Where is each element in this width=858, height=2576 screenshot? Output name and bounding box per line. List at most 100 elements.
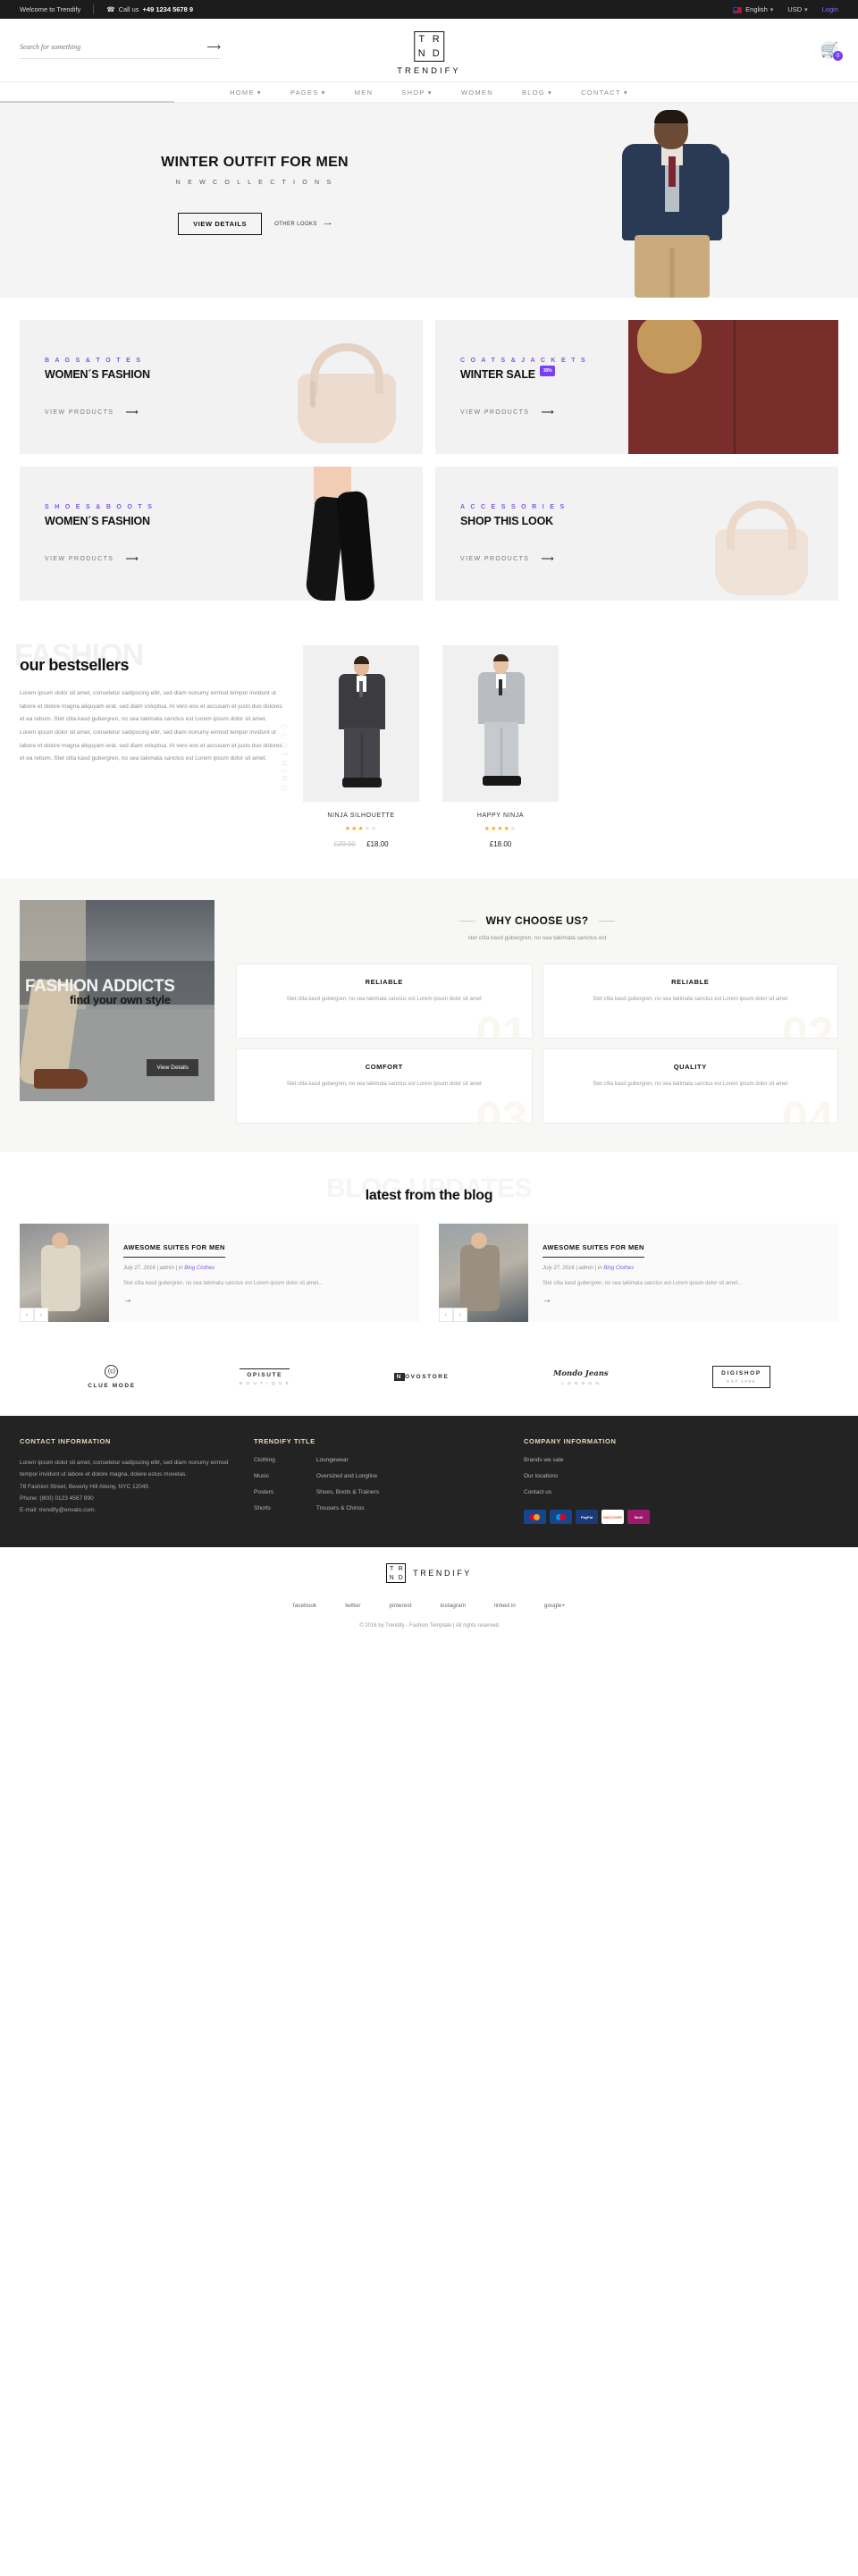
brand-digishop[interactable]: DIGISHOP EST.1989: [712, 1366, 770, 1388]
footer-link[interactable]: Clothing: [254, 1457, 275, 1463]
social-link-linkedin[interactable]: linked in: [494, 1603, 516, 1609]
blog-date: July 27, 2016: [543, 1266, 575, 1271]
view-details-button[interactable]: VIEW DETAILS: [178, 213, 263, 235]
footer-link[interactable]: Music: [254, 1473, 275, 1479]
carousel-prev-button[interactable]: ‹: [439, 1308, 453, 1322]
category-card-shoes[interactable]: S H O E S & B O O T S WOMEN´S FASHION VI…: [20, 467, 423, 601]
blog-card[interactable]: AWESOME SUITES FOR MEN July 27, 2016 | a…: [20, 1224, 419, 1322]
nav-item-home[interactable]: HOME ▾: [230, 88, 262, 97]
blog-category[interactable]: Blog Clothes: [184, 1266, 214, 1271]
footer-column-title: CONTACT INFORMATION: [20, 1437, 111, 1445]
footer-link[interactable]: Contact us: [524, 1489, 838, 1495]
logo-wordmark: TRENDIFY: [397, 66, 461, 76]
site-footer: CONTACT INFORMATION Lorem ipsum dolor si…: [0, 1416, 858, 1547]
category-link[interactable]: VIEW PRODUCTS ⟶: [45, 554, 154, 564]
product-image: [303, 645, 419, 802]
category-title-text: WINTER SALE: [460, 367, 535, 381]
blog-title[interactable]: AWESOME SUITES FOR MEN: [123, 1243, 225, 1258]
feature-number: 02: [782, 1008, 834, 1039]
category-kicker: A C C E S S O R I E S: [460, 503, 567, 510]
search-submit-icon[interactable]: ⟶: [206, 41, 221, 53]
category-card-bags[interactable]: B A G S & T O T E S WOMEN´S FASHION VIEW…: [20, 320, 423, 454]
blog-author: admin: [578, 1266, 593, 1271]
carousel-prev-button[interactable]: ‹: [20, 1308, 34, 1322]
nav-item-contact[interactable]: CONTACT ▾: [581, 88, 628, 97]
brand-novostore[interactable]: N OVOSTORE: [393, 1373, 450, 1381]
why-subtitle: stet clita kasd gubergren, no sea takima…: [467, 935, 607, 941]
footer-link[interactable]: Trousers & Chinos: [316, 1505, 379, 1511]
search-input[interactable]: [20, 43, 207, 51]
footer-link[interactable]: Oversized and Longline: [316, 1473, 379, 1479]
chevron-down-icon: ▾: [623, 88, 628, 97]
product-card[interactable]: NINJA SILHOUETTE ★★★★★ £20.00 £18.00: [303, 645, 419, 848]
feature-title: RELIABLE: [671, 978, 710, 986]
blog-read-more-icon[interactable]: →: [123, 1295, 407, 1305]
social-link-pinterest[interactable]: pinterest: [390, 1603, 412, 1609]
nav-label: MEN: [354, 88, 374, 97]
blog-section: BLOG UPDATES latest from the blog AWESOM…: [0, 1152, 858, 1342]
footer-link[interactable]: Our locations: [524, 1473, 838, 1479]
logo-letter-t: T: [389, 1565, 394, 1572]
social-link-facebook[interactable]: facebook: [293, 1603, 316, 1609]
top-bar-right: English ▾ USD ▾ Login: [733, 5, 838, 13]
brand-name: DIGISHOP: [721, 1370, 761, 1376]
nav-label: HOME: [230, 88, 255, 97]
logo-letter-n: N: [389, 1574, 394, 1581]
bestsellers-vertical-watermark: CLOTHING: [280, 724, 289, 795]
cart-button[interactable]: 🛒 0: [820, 41, 843, 61]
brand-sub: B O U T I Q U E: [240, 1381, 290, 1385]
brand-clue-mode[interactable]: (c) CLUE MODE: [88, 1365, 135, 1389]
hero-banner: WINTER OUTFIT FOR MEN N E W C O L L E C …: [0, 103, 858, 298]
rule-left: [458, 920, 475, 922]
nav-item-blog[interactable]: BLOG ▾: [522, 88, 552, 97]
footer-contact-column: CONTACT INFORMATION Lorem ipsum dolor si…: [20, 1437, 234, 1524]
footer-link[interactable]: Loungewear: [316, 1457, 379, 1463]
footer-link[interactable]: Posters: [254, 1489, 275, 1495]
brand-name: N OVOSTORE: [393, 1373, 450, 1381]
social-link-twitter[interactable]: twitter: [345, 1603, 360, 1609]
language-selector[interactable]: English ▾: [733, 5, 773, 13]
nav-label: CONTACT: [581, 88, 621, 97]
arrow-right-icon: ⟶: [541, 553, 556, 564]
footer-link[interactable]: Brands we sale: [524, 1457, 838, 1463]
addicts-view-details-button[interactable]: View Details: [147, 1059, 198, 1076]
currency-selector[interactable]: USD ▾: [787, 5, 807, 13]
currency-label: USD: [787, 5, 803, 13]
brand-mondo-jeans[interactable]: Mondo Jeans L O N D O N: [553, 1369, 609, 1385]
carousel-next-button[interactable]: ›: [34, 1308, 48, 1322]
nav-item-shop[interactable]: SHOP ▾: [401, 88, 433, 97]
nav-item-men[interactable]: MEN: [355, 88, 374, 97]
footer-link[interactable]: Shoes, Boots & Trainers: [316, 1489, 379, 1495]
arrow-right-icon: ⟶: [125, 553, 140, 564]
product-image: [442, 645, 559, 802]
footer-logo[interactable]: T R N D TRENDIFY: [0, 1563, 858, 1583]
brand-opisute[interactable]: OPISUTE B O U T I Q U E: [240, 1368, 290, 1385]
brand-name: OPISUTE: [247, 1372, 283, 1378]
blog-read-more-icon[interactable]: →: [543, 1295, 826, 1305]
other-looks-link[interactable]: OTHER LOOKS ⟶: [274, 221, 332, 228]
search-box[interactable]: ⟶: [20, 41, 221, 59]
footer-link[interactable]: Shorts: [254, 1505, 275, 1511]
copyright-text: © 2016 by Trendify - Fashion Template | …: [359, 1623, 499, 1629]
category-link[interactable]: VIEW PRODUCTS ⟶: [45, 408, 150, 417]
social-link-googleplus[interactable]: google+: [544, 1603, 565, 1609]
blog-title[interactable]: AWESOME SUITES FOR MEN: [543, 1243, 644, 1258]
blog-category[interactable]: Blog Clothes: [603, 1266, 634, 1271]
blog-card[interactable]: AWESOME SUITES FOR MEN July 27, 2016 | a…: [439, 1224, 838, 1322]
blog-carousel-nav: ‹ ›: [20, 1308, 48, 1322]
logo[interactable]: T R N D TRENDIFY: [397, 31, 461, 76]
social-link-instagram[interactable]: instagram: [440, 1603, 466, 1609]
fashion-addicts-banner[interactable]: FASHION ADDICTS find your own style View…: [20, 900, 214, 1101]
product-card[interactable]: HAPPY NINJA ★★★★★ £18.00: [442, 645, 559, 848]
category-link[interactable]: VIEW PRODUCTS ⟶: [460, 408, 587, 417]
login-link[interactable]: Login: [822, 5, 838, 13]
nav-item-pages[interactable]: PAGES ▾: [290, 88, 326, 97]
category-link[interactable]: VIEW PRODUCTS ⟶: [460, 554, 566, 564]
category-card-accessories[interactable]: A C C E S S O R I E S SHOP THIS LOOK VIE…: [435, 467, 838, 601]
carousel-next-button[interactable]: ›: [453, 1308, 467, 1322]
category-card-coats[interactable]: C O A T S & J A C K E T S WINTER SALE 30%…: [435, 320, 838, 454]
category-image-bag: [213, 320, 423, 454]
chevron-down-icon: ▾: [321, 88, 326, 97]
nav-item-women[interactable]: WOMEN: [461, 88, 493, 97]
category-kicker: C O A T S & J A C K E T S: [460, 357, 588, 364]
